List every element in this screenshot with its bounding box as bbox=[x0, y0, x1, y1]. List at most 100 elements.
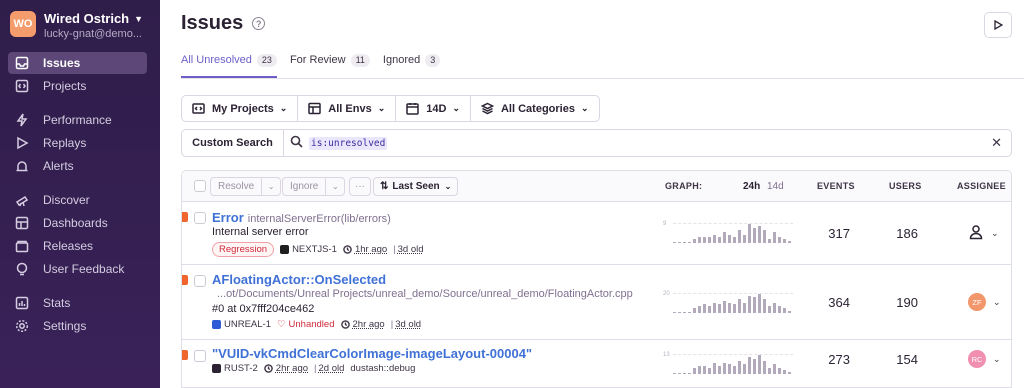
issue-title-text: Error bbox=[212, 210, 244, 225]
events-count[interactable]: 317 bbox=[810, 226, 850, 241]
project-badge[interactable]: RUST-2 bbox=[212, 363, 258, 374]
environment-filter[interactable]: All Envs ⌄ bbox=[298, 96, 397, 121]
more-actions-button[interactable]: ··· bbox=[349, 177, 371, 196]
project-badge[interactable]: UNREAL-1 bbox=[212, 319, 271, 330]
sparkline-bar bbox=[758, 294, 762, 313]
sidebar-item-projects[interactable]: Projects bbox=[8, 75, 147, 97]
custom-search-button[interactable]: Custom Search bbox=[182, 130, 284, 156]
category-filter[interactable]: All Categories ⌄ bbox=[471, 96, 599, 121]
sparkline-bar bbox=[763, 230, 767, 243]
assignee-selector[interactable]: RC ⌄ bbox=[968, 350, 1001, 368]
sidebar-item-label: Dashboards bbox=[43, 216, 108, 230]
gear-icon bbox=[15, 319, 29, 333]
sparkline-bar bbox=[753, 297, 757, 313]
tab-count: 3 bbox=[425, 54, 441, 67]
sidebar-item-label: Alerts bbox=[43, 159, 74, 173]
sort-label: Last Seen bbox=[392, 181, 440, 192]
close-icon[interactable]: ✕ bbox=[991, 135, 1002, 151]
search-input[interactable]: is:unresolved ✕ bbox=[284, 130, 1011, 156]
assignee-selector[interactable]: ⌄ bbox=[968, 224, 999, 243]
sidebar-item-stats[interactable]: Stats bbox=[8, 292, 147, 314]
sparkline-bar bbox=[703, 237, 707, 243]
org-switcher[interactable]: WO Wired Ostrich ▼ lucky-gnat@demo... bbox=[10, 11, 156, 41]
sparkline-bar bbox=[748, 357, 752, 374]
sparkline-bar bbox=[758, 226, 762, 243]
sort-button[interactable]: ⇅ Last Seen ⌄ bbox=[373, 177, 459, 196]
table-row[interactable]: "VUID-vkCmdClearColorImage-imageLayout-0… bbox=[182, 340, 1011, 388]
sparkline-bar bbox=[673, 312, 677, 313]
sidebar-item-discover[interactable]: Discover bbox=[8, 189, 147, 211]
events-count[interactable]: 273 bbox=[810, 352, 850, 367]
sparkline-bar bbox=[708, 306, 712, 313]
sparkline-bar bbox=[723, 232, 727, 243]
graph-24h-toggle[interactable]: 24h bbox=[743, 181, 760, 192]
users-count[interactable]: 154 bbox=[878, 352, 918, 367]
issue-title[interactable]: AFloatingActor::OnSelected bbox=[212, 272, 386, 287]
events-count[interactable]: 364 bbox=[810, 295, 850, 310]
bar-chart-icon bbox=[15, 296, 29, 310]
folder-code-icon bbox=[192, 102, 205, 115]
table-row[interactable]: Error internalServerError(lib/errors) Int… bbox=[182, 202, 1011, 265]
users-count[interactable]: 186 bbox=[878, 226, 918, 241]
sparkline-bar bbox=[788, 372, 792, 374]
sidebar-item-user-feedback[interactable]: User Feedback bbox=[8, 258, 147, 280]
sparkline-bar bbox=[758, 355, 762, 374]
sparkline-bar bbox=[678, 373, 682, 374]
date-filter[interactable]: 14D ⌄ bbox=[396, 96, 471, 121]
sidebar-item-label: Releases bbox=[43, 239, 94, 253]
sidebar-item-replays[interactable]: Replays bbox=[8, 132, 147, 154]
question-circle-icon[interactable]: ? bbox=[252, 17, 266, 30]
tab-label: For Review bbox=[289, 54, 346, 66]
chevron-down-icon[interactable]: ⌄ bbox=[325, 178, 344, 195]
sidebar-item-label: User Feedback bbox=[43, 262, 125, 276]
issue-title[interactable]: "VUID-vkCmdClearColorImage-imageLayout-0… bbox=[212, 346, 532, 361]
resolve-button-group[interactable]: Resolve ⌄ bbox=[210, 177, 282, 196]
assignee-selector[interactable]: ZF ⌄ bbox=[968, 293, 1001, 311]
sparkline-bar bbox=[773, 364, 777, 374]
clock-icon bbox=[343, 245, 352, 254]
table-row[interactable]: AFloatingActor::OnSelected ...ot/Documen… bbox=[182, 265, 1011, 340]
sidebar-item-alerts[interactable]: Alerts bbox=[8, 155, 147, 177]
row-checkbox[interactable] bbox=[194, 350, 206, 362]
sparkline-bar bbox=[698, 306, 702, 313]
project-name: UNREAL-1 bbox=[224, 319, 271, 330]
row-checkbox[interactable] bbox=[194, 212, 206, 224]
avatar: RC bbox=[968, 350, 986, 368]
graph-14d-toggle[interactable]: 14d bbox=[767, 181, 784, 192]
sparkline-bar bbox=[723, 301, 727, 313]
sparkline-bar bbox=[673, 373, 677, 374]
dashboard-icon bbox=[15, 216, 29, 230]
sparkline-bar bbox=[683, 312, 687, 313]
project-filter[interactable]: My Projects ⌄ bbox=[182, 96, 299, 121]
sparkline-bar bbox=[768, 239, 772, 243]
tab-count: 11 bbox=[350, 54, 370, 67]
ignore-button-group[interactable]: Ignore ⌄ bbox=[282, 177, 346, 196]
telescope-icon bbox=[15, 193, 29, 207]
row-checkbox[interactable] bbox=[194, 275, 206, 287]
issue-title[interactable]: Error internalServerError(lib/errors) bbox=[212, 210, 391, 225]
tab-for-review[interactable]: For Review 11 bbox=[290, 54, 370, 78]
tab-ignored[interactable]: Ignored 3 bbox=[383, 54, 441, 78]
play-button[interactable] bbox=[984, 12, 1012, 38]
sidebar-item-releases[interactable]: Releases bbox=[8, 235, 147, 257]
select-all-checkbox[interactable] bbox=[194, 180, 206, 192]
chevron-down-icon[interactable]: ⌄ bbox=[261, 178, 280, 195]
sidebar-item-issues[interactable]: Issues bbox=[8, 52, 147, 74]
project-badge[interactable]: NEXTJS-1 bbox=[280, 244, 337, 255]
last-seen: 2hr ago bbox=[352, 319, 385, 330]
tab-all-unresolved[interactable]: All Unresolved 23 bbox=[181, 54, 277, 78]
users-count[interactable]: 190 bbox=[878, 295, 918, 310]
sparkline-bar bbox=[688, 312, 692, 313]
resolve-button[interactable]: Resolve bbox=[211, 181, 261, 192]
search-query-token[interactable]: is:unresolved bbox=[309, 136, 388, 150]
sidebar-item-settings[interactable]: Settings bbox=[8, 315, 147, 337]
issue-message: Internal server error bbox=[212, 226, 309, 238]
sparkline-bar bbox=[718, 304, 722, 313]
sidebar-item-performance[interactable]: Performance bbox=[8, 109, 147, 131]
sparkline-bar bbox=[773, 303, 777, 313]
sparkline-bar bbox=[718, 366, 722, 374]
ignore-button[interactable]: Ignore bbox=[283, 181, 325, 192]
sidebar-item-dashboards[interactable]: Dashboards bbox=[8, 212, 147, 234]
sparkline-bar bbox=[783, 308, 787, 313]
calendar-icon bbox=[406, 102, 419, 115]
